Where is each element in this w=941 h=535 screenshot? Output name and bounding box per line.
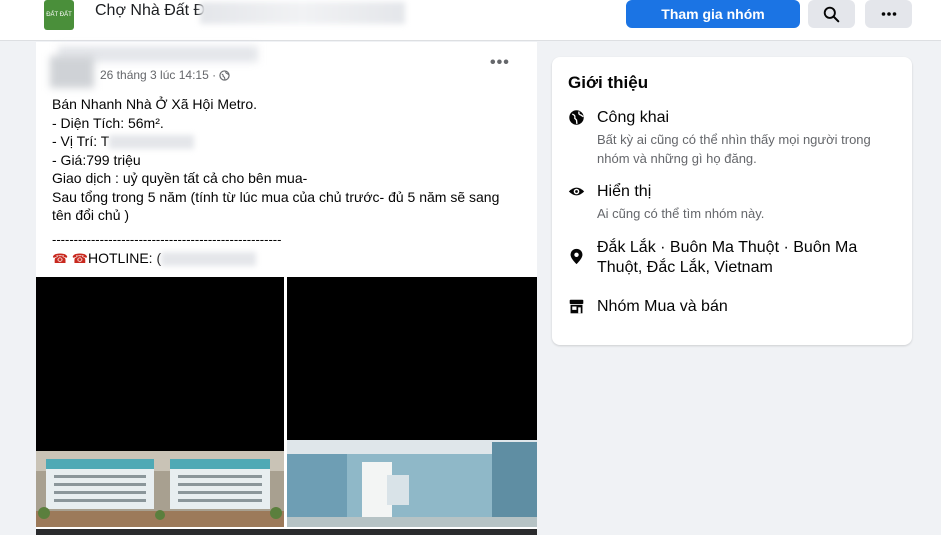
globe-icon [569,110,584,125]
redacted-phone [161,252,257,267]
post-photo[interactable] [287,277,537,527]
about-subtext: Ai cũng có thể tìm nhóm này. [597,206,765,221]
post-more-button[interactable]: ••• [490,54,510,72]
about-heading: Hiển thị [597,183,652,200]
more-options-button[interactable] [865,0,912,28]
location-pin-icon [570,248,583,265]
about-heading: Nhóm Mua và bán [597,298,728,315]
search-button[interactable] [808,0,855,28]
post-card: 26 tháng 3 lúc 14:15 · ••• Bán Nhanh Nhà… [36,42,537,535]
post-line-text: HOTLINE: ( [88,250,162,266]
post-line: Sau tổng trong 5 năm (tính từ lúc mua củ… [52,188,500,224]
about-heading: Công khai [597,109,670,126]
post-divider-line: ----------------------------------------… [52,231,282,247]
redacted-text [109,135,195,150]
group-logo-text: ĐẤT ĐẤT [46,12,72,18]
telephone-icon: ☎ ☎ [52,251,88,266]
room-photo [287,277,537,527]
about-row-group-type: Nhóm Mua và bán [568,297,898,317]
avatar[interactable] [50,56,94,88]
about-location-link[interactable]: Đắk Lắk · Buôn Ma Thuột · Buôn Ma Thuột,… [597,238,898,278]
globe-icon [219,69,230,81]
about-row-location: Đắk Lắk · Buôn Ma Thuột · Buôn Ma Thuột,… [568,238,898,278]
about-card: Giới thiệu Công khai Bất kỳ ai cũng có t… [552,57,912,345]
group-logo[interactable]: ĐẤT ĐẤT [44,0,74,30]
group-name-redacted [200,2,405,24]
shop-icon [569,299,584,314]
post-line: Giao dịch : uỷ quyền tất cả cho bên mua- [52,170,308,186]
group-header-bar: ĐẤT ĐẤT Chợ Nhà Đất Đ Tham gia nhóm [0,0,941,41]
join-group-button[interactable]: Tham gia nhóm [626,0,800,28]
about-row-privacy: Công khai Bất kỳ ai cũng có thể nhìn thấ… [568,108,898,168]
about-row-visibility: Hiển thị Ai cũng có thể tìm nhóm này. [568,182,898,223]
search-icon [823,6,840,22]
post-photo[interactable] [36,277,284,527]
post-line: - Giá:799 triệu [52,151,141,168]
post-line-text: - Vị Trí: T [52,133,110,149]
more-horizontal-icon [881,12,896,16]
post-body: Bán Nhanh Nhà Ở Xã Hội Metro. - Diện Tíc… [52,95,522,269]
about-subtext: Bất kỳ ai cũng có thể nhìn thấy mọi ngườ… [597,132,871,166]
post-line: Bán Nhanh Nhà Ở Xã Hội Metro. [52,96,257,112]
post-line: ☎ ☎HOTLINE: ( [52,249,522,269]
post-line: - Diện Tích: 56m². [52,114,164,131]
post-photo-strip[interactable] [36,529,537,535]
group-name[interactable]: Chợ Nhà Đất Đ [95,2,205,20]
post-line: - Vị Trí: T [52,132,522,151]
about-title: Giới thiệu [568,73,649,92]
eye-icon [568,187,585,196]
building-photo [36,277,284,527]
post-timestamp[interactable]: 26 tháng 3 lúc 14:15 · [100,68,216,82]
post-meta: 26 tháng 3 lúc 14:15 · [100,68,230,82]
